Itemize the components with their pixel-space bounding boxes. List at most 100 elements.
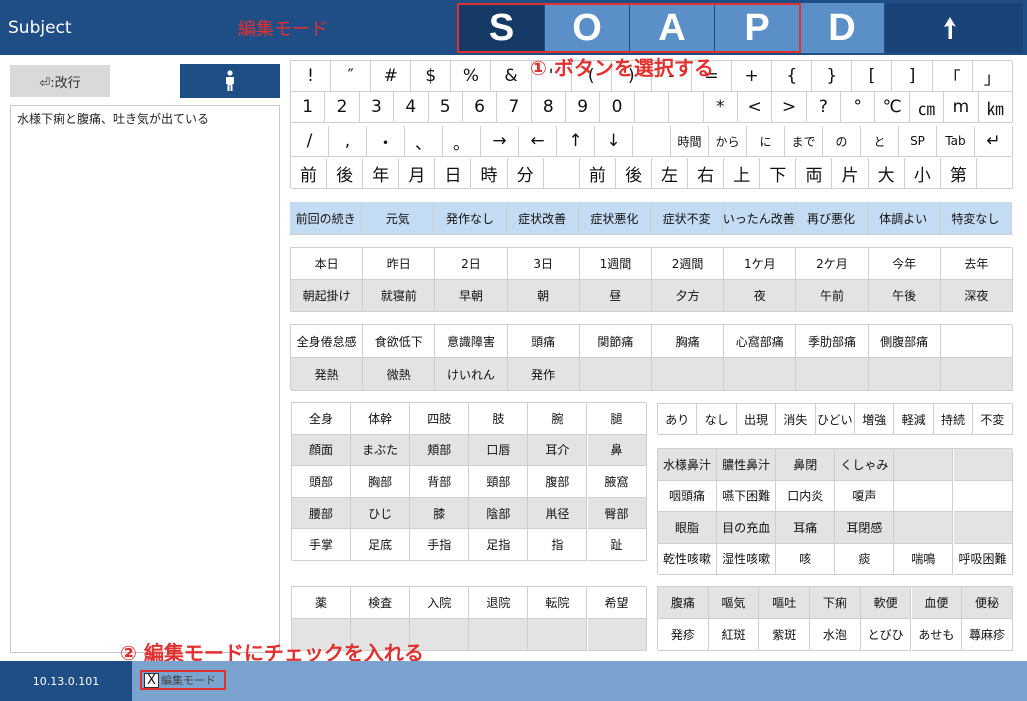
number-key[interactable]: ㎞ [978, 92, 1013, 123]
kanji-key[interactable] [543, 158, 580, 189]
number-key[interactable]: < [737, 92, 773, 123]
body-part-button[interactable]: 腕 [528, 403, 588, 435]
plan-button[interactable] [469, 619, 529, 651]
state-button[interactable]: ひどい [815, 404, 855, 435]
time-button[interactable]: 2週間 [652, 248, 725, 280]
symptom-button[interactable] [579, 358, 652, 391]
edit-mode-checkbox[interactable]: X 編集モード [140, 670, 226, 690]
body-part-button[interactable]: 趾 [587, 529, 647, 561]
number-key[interactable]: ㎝ [909, 92, 945, 123]
gi-skin-button[interactable]: 発疹 [658, 619, 709, 651]
state-button[interactable]: なし [697, 404, 737, 435]
punctuation-key[interactable]: 。 [443, 126, 481, 157]
respiratory-button[interactable]: 湿性咳嗽 [717, 543, 777, 575]
kanji-key[interactable]: 日 [435, 158, 472, 189]
symptom-button[interactable]: 発熱 [291, 358, 364, 391]
body-part-button[interactable]: 耳介 [528, 434, 588, 467]
gi-skin-button[interactable]: 紅斑 [708, 619, 760, 651]
symbol-key[interactable]: + [732, 61, 773, 92]
body-part-button[interactable]: 腿 [587, 403, 647, 435]
time-button[interactable]: 午後 [868, 280, 941, 312]
symbol-key[interactable]: $ [411, 61, 452, 92]
respiratory-button[interactable]: 目の充血 [717, 512, 777, 544]
respiratory-button[interactable]: 咽頭痛 [658, 480, 718, 512]
time-button[interactable]: 午前 [796, 280, 869, 312]
gi-skin-button[interactable]: 下痢 [810, 587, 861, 619]
punctuation-key[interactable]: の [823, 126, 861, 157]
symptom-button[interactable]: 心窩部痛 [724, 325, 797, 358]
punctuation-key[interactable]: に [747, 126, 785, 157]
body-part-button[interactable]: 鼻 [587, 434, 647, 467]
symptom-button[interactable] [940, 358, 1013, 391]
gi-skin-button[interactable]: 便秘 [962, 587, 1013, 619]
kanji-key[interactable]: 右 [688, 158, 725, 189]
kanji-key[interactable]: 片 [832, 158, 869, 189]
number-key[interactable] [634, 92, 670, 123]
kanji-key[interactable]: 上 [724, 158, 761, 189]
punctuation-key[interactable]: SP [899, 126, 937, 157]
number-key[interactable]: 4 [394, 92, 429, 123]
course-button[interactable]: 元気 [362, 202, 435, 235]
state-button[interactable]: 出現 [736, 404, 777, 435]
time-button[interactable]: 昼 [579, 280, 652, 312]
course-button[interactable]: 症状悪化 [578, 202, 651, 235]
punctuation-key[interactable]: 、 [405, 126, 443, 157]
number-key[interactable]: m [944, 92, 979, 123]
symptom-button[interactable]: けいれん [435, 358, 508, 391]
body-part-button[interactable]: 腋窩 [587, 466, 647, 498]
symptom-button[interactable]: 季肋部痛 [796, 325, 869, 358]
body-part-button[interactable]: 四肢 [410, 403, 470, 435]
checkbox-mark[interactable]: X [144, 672, 159, 688]
body-part-button[interactable]: 足指 [469, 529, 529, 561]
time-button[interactable]: 1週間 [579, 248, 652, 280]
number-key[interactable]: 3 [359, 92, 395, 123]
symbol-key[interactable]: } [812, 61, 853, 92]
time-button[interactable]: 昨日 [363, 248, 436, 280]
body-part-button[interactable]: 口唇 [469, 434, 529, 467]
plan-button[interactable]: 転院 [528, 587, 588, 619]
body-part-button[interactable]: 足底 [351, 529, 411, 561]
time-button[interactable]: 1ケ月 [724, 248, 797, 280]
punctuation-key[interactable]: まで [785, 126, 823, 157]
time-button[interactable]: 夕方 [652, 280, 725, 312]
person-button[interactable] [180, 64, 280, 98]
gi-skin-button[interactable]: 蕁麻疹 [962, 619, 1013, 651]
time-button[interactable]: 去年 [940, 248, 1013, 280]
respiratory-button[interactable] [953, 480, 1013, 512]
symptom-button[interactable]: 頭痛 [507, 325, 580, 358]
gi-skin-button[interactable]: 軟便 [860, 587, 912, 619]
number-key[interactable]: ? [806, 92, 842, 123]
kanji-key[interactable]: 分 [507, 158, 544, 189]
time-button[interactable]: 夜 [724, 280, 797, 312]
plan-button[interactable] [528, 619, 588, 651]
punctuation-key[interactable] [633, 126, 671, 157]
body-part-button[interactable]: 頸部 [469, 466, 529, 498]
kanji-key[interactable]: 前 [291, 158, 328, 189]
respiratory-button[interactable]: 口内炎 [776, 480, 836, 512]
gi-skin-button[interactable]: 水泡 [810, 619, 861, 651]
course-button[interactable]: 症状改善 [506, 202, 579, 235]
body-part-button[interactable]: 胸部 [351, 466, 411, 498]
course-button[interactable]: いったん改善 [723, 202, 796, 235]
symptom-button[interactable]: 意識障害 [435, 325, 508, 358]
gi-skin-button[interactable]: 紫斑 [759, 619, 811, 651]
gi-skin-button[interactable]: とびひ [860, 619, 912, 651]
number-key[interactable]: 1 [291, 92, 326, 123]
respiratory-button[interactable]: 眼脂 [658, 512, 718, 544]
time-button[interactable]: 就寝前 [363, 280, 436, 312]
punctuation-key[interactable]: ← [519, 126, 557, 157]
kanji-key[interactable]: 年 [363, 158, 400, 189]
number-key[interactable]: 6 [462, 92, 498, 123]
body-part-button[interactable]: 鼡径 [528, 497, 588, 530]
gi-skin-button[interactable]: あせも [911, 619, 963, 651]
body-part-button[interactable]: 腹部 [528, 466, 588, 498]
kanji-key[interactable]: 大 [868, 158, 905, 189]
course-button[interactable]: 発作なし [434, 202, 507, 235]
kanji-key[interactable]: 小 [904, 158, 941, 189]
respiratory-button[interactable]: 嗄声 [835, 480, 895, 512]
symptom-button[interactable]: 発作 [507, 358, 580, 391]
symptom-button[interactable]: 全身倦怠感 [291, 325, 364, 358]
symptom-button[interactable]: 関節痛 [579, 325, 652, 358]
body-part-button[interactable]: 肢 [469, 403, 529, 435]
kanji-key[interactable]: 前 [579, 158, 616, 189]
